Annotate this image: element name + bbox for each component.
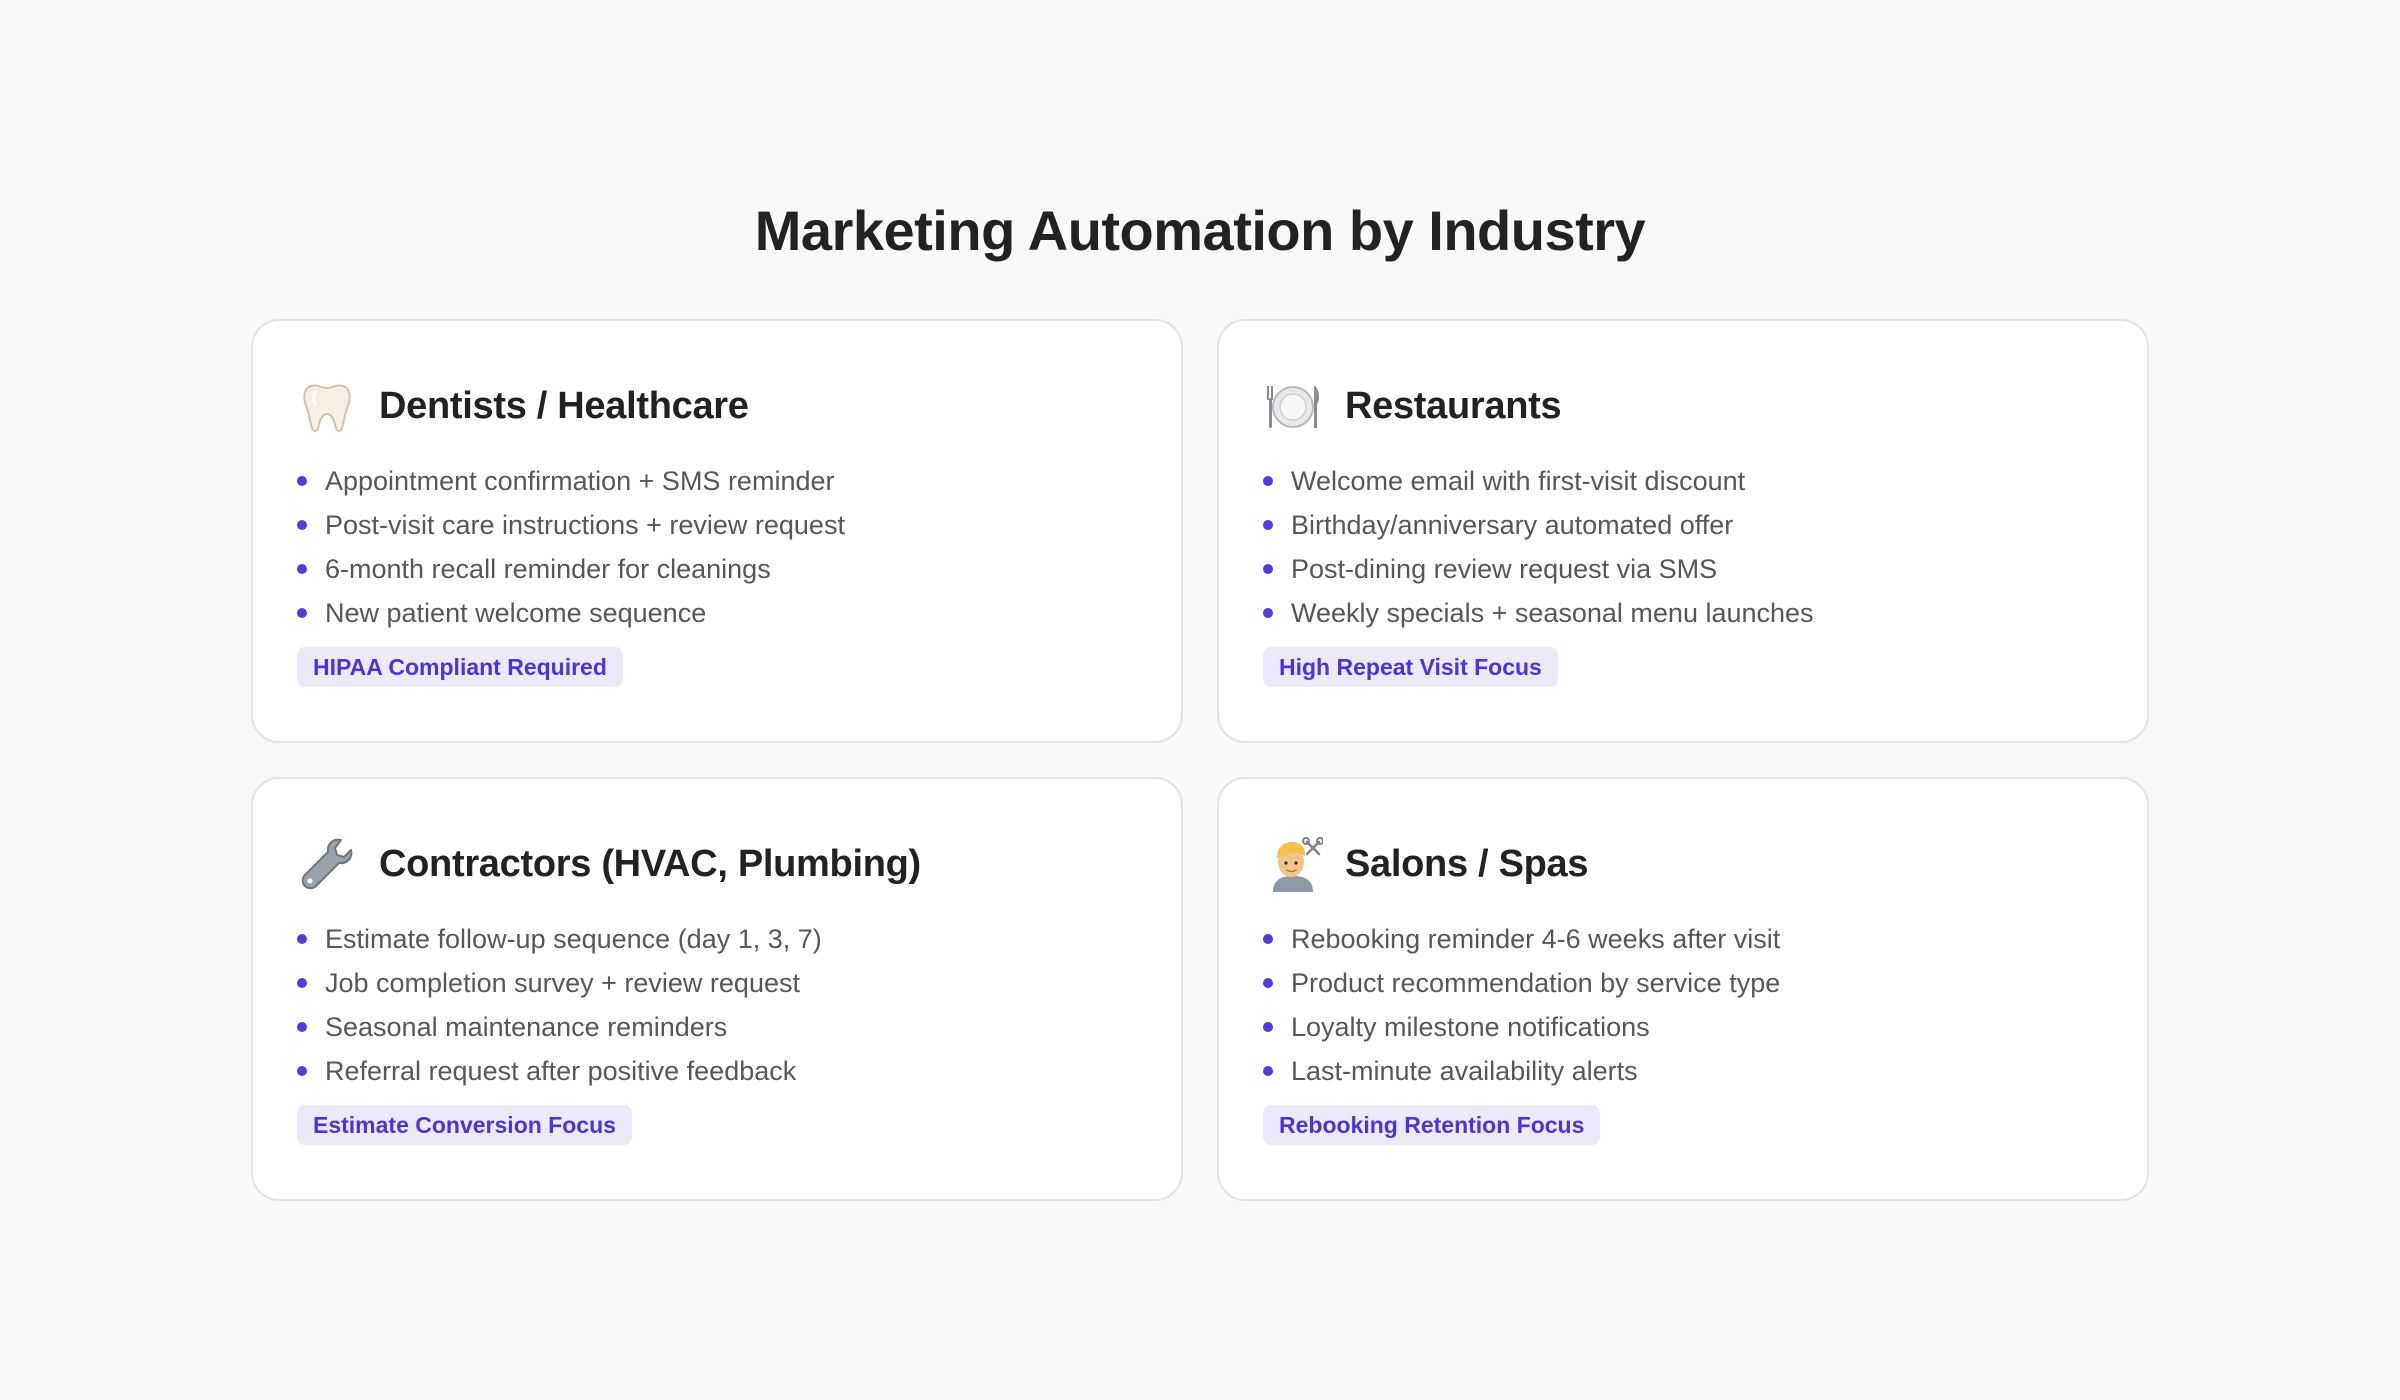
industry-card-contractors: Contractors (HVAC, Plumbing) Estimate fo… [251,777,1183,1201]
list-item: Job completion survey + review request [297,961,1137,1005]
industry-card-restaurants: Restaurants Welcome email with first-vis… [1217,319,2149,743]
page: Marketing Automation by Industry Dentist… [0,0,2400,1400]
list-item-text: Referral request after positive feedback [325,1056,797,1086]
card-header: Restaurants [1263,375,2103,437]
list-item: Welcome email with first-visit discount [1263,459,2103,503]
list-item: Product recommendation by service type [1263,961,2103,1005]
bullet-icon [297,520,307,530]
card-title: Salons / Spas [1345,842,1589,885]
list-item: Rebooking reminder 4-6 weeks after visit [1263,917,2103,961]
list-item: New patient welcome sequence [297,591,1137,635]
list-item-text: 6-month recall reminder for cleanings [325,554,771,584]
list-item-text: Job completion survey + review request [325,968,800,998]
card-header: Dentists / Healthcare [297,375,1137,437]
wrench-icon [297,834,357,894]
list-item: 6-month recall reminder for cleanings [297,547,1137,591]
bullet-icon [297,1066,307,1076]
plate-cutlery-icon [1263,376,1323,436]
list-item-text: Post-visit care instructions + review re… [325,510,845,540]
bullet-icon [1263,564,1273,574]
tooth-icon [297,376,357,436]
bullet-icon [1263,1066,1273,1076]
list-item: Post-dining review request via SMS [1263,547,2103,591]
list-item: Last-minute availability alerts [1263,1049,2103,1093]
list-item-text: Last-minute availability alerts [1291,1056,1638,1086]
bullet-icon [1263,608,1273,618]
list-item-text: Post-dining review request via SMS [1291,554,1718,584]
list-item-text: Estimate follow-up sequence (day 1, 3, 7… [325,924,822,954]
industry-card-dentists: Dentists / Healthcare Appointment confir… [251,319,1183,743]
list-item: Referral request after positive feedback [297,1049,1137,1093]
focus-tag: High Repeat Visit Focus [1263,647,1558,687]
list-item-text: Rebooking reminder 4-6 weeks after visit [1291,924,1781,954]
page-title: Marketing Automation by Industry [754,199,1646,262]
list-item-text: Welcome email with first-visit discount [1291,466,1746,496]
industry-card-salons: Salons / Spas Rebooking reminder 4-6 wee… [1217,777,2149,1201]
focus-tag: Estimate Conversion Focus [297,1105,632,1145]
bullet-icon [1263,934,1273,944]
focus-tag: Rebooking Retention Focus [1263,1105,1601,1145]
industry-grid: Dentists / Healthcare Appointment confir… [251,319,2151,1201]
list-item: Estimate follow-up sequence (day 1, 3, 7… [297,917,1137,961]
bullet-icon [1263,1022,1273,1032]
list-item: Birthday/anniversary automated offer [1263,503,2103,547]
feature-list: Rebooking reminder 4-6 weeks after visit… [1263,917,2103,1093]
card-header: Contractors (HVAC, Plumbing) [297,833,1137,895]
bullet-icon [297,1022,307,1032]
list-item: Appointment confirmation + SMS reminder [297,459,1137,503]
list-item: Loyalty milestone notifications [1263,1005,2103,1049]
bullet-icon [297,564,307,574]
bullet-icon [297,978,307,988]
haircut-icon [1263,834,1323,894]
feature-list: Appointment confirmation + SMS reminder … [297,459,1137,635]
bullet-icon [1263,978,1273,988]
list-item-text: Product recommendation by service type [1291,968,1781,998]
list-item-text: Weekly specials + seasonal menu launches [1291,598,1814,628]
list-item: Post-visit care instructions + review re… [297,503,1137,547]
card-title: Restaurants [1345,384,1562,427]
bullet-icon [1263,476,1273,486]
list-item-text: New patient welcome sequence [325,598,707,628]
card-header: Salons / Spas [1263,833,2103,895]
list-item: Weekly specials + seasonal menu launches [1263,591,2103,635]
focus-tag: HIPAA Compliant Required [297,647,623,687]
feature-list: Estimate follow-up sequence (day 1, 3, 7… [297,917,1137,1093]
list-item-text: Loyalty milestone notifications [1291,1012,1650,1042]
list-item: Seasonal maintenance reminders [297,1005,1137,1049]
feature-list: Welcome email with first-visit discount … [1263,459,2103,635]
list-item-text: Seasonal maintenance reminders [325,1012,728,1042]
card-title: Dentists / Healthcare [379,384,749,427]
bullet-icon [297,476,307,486]
list-item-text: Birthday/anniversary automated offer [1291,510,1734,540]
card-title: Contractors (HVAC, Plumbing) [379,842,921,885]
bullet-icon [297,934,307,944]
bullet-icon [297,608,307,618]
bullet-icon [1263,520,1273,530]
list-item-text: Appointment confirmation + SMS reminder [325,466,835,496]
